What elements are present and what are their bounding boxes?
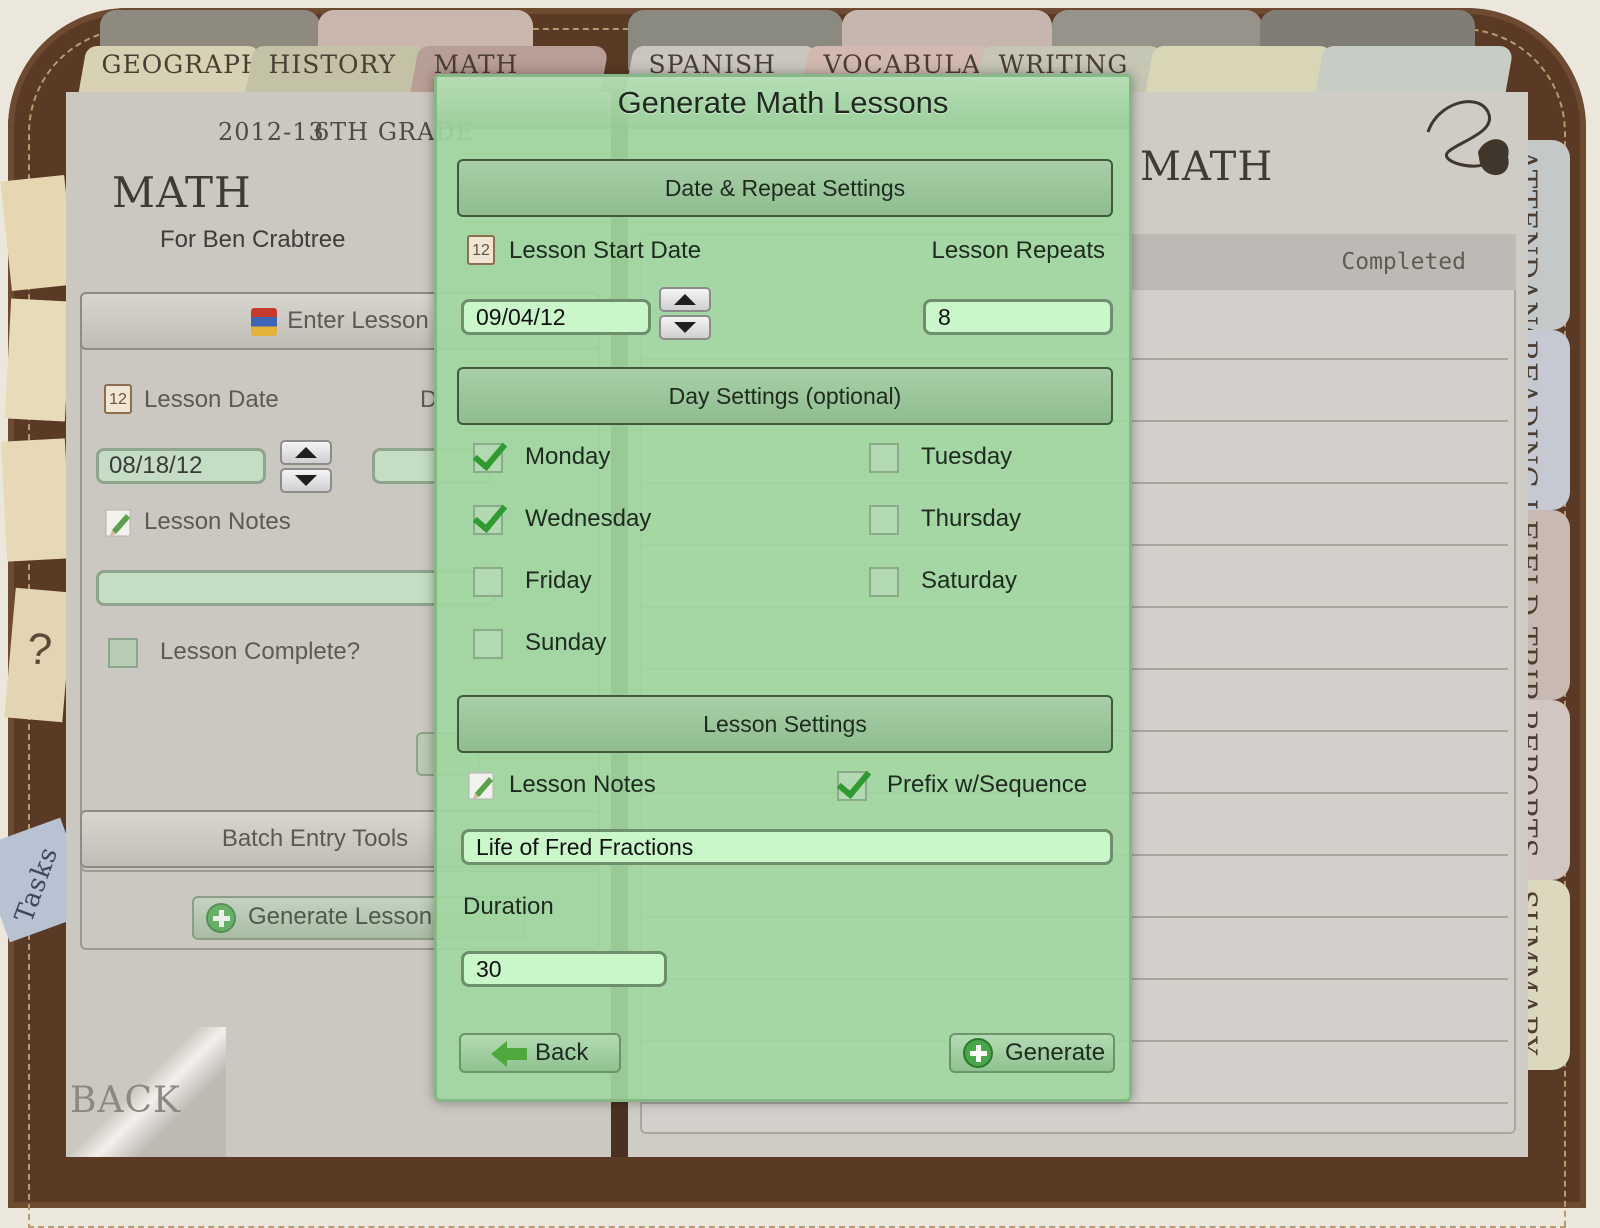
up-arrow-icon (295, 447, 317, 458)
date-up-button[interactable] (280, 440, 332, 465)
monday-checkbox[interactable] (473, 443, 503, 473)
school-year: 2012-13 (218, 118, 325, 146)
tab-empty-1 (1145, 46, 1334, 96)
butterfly-decoration-icon (1426, 100, 1509, 176)
start-date-field[interactable]: 09/04/12 (461, 299, 651, 335)
prefix-sequence-checkbox[interactable] (837, 771, 867, 801)
generate-button[interactable]: Generate (949, 1033, 1115, 1073)
lesson-date-calendar-icon: 12 (104, 384, 132, 414)
repeats-label: Lesson Repeats (931, 237, 1105, 264)
generate-lessons-dialog: Generate Math Lessons Date & Repeat Sett… (434, 74, 1132, 1102)
back-button-label: Back (535, 1039, 589, 1066)
lesson-notes-pencil-icon (105, 509, 131, 537)
subject-title: MATH (112, 168, 252, 217)
generate-lesson-label: Generate Lesson (248, 903, 433, 930)
duration-field[interactable]: 30 (461, 951, 667, 987)
plus-icon (963, 1038, 993, 1068)
lesson-settings-header: Lesson Settings (457, 695, 1113, 753)
completed-column-header[interactable]: Completed (1126, 234, 1516, 290)
start-date-stepper[interactable] (659, 287, 711, 341)
sunday-checkbox[interactable] (473, 629, 503, 659)
start-date-label: Lesson Start Date (509, 237, 702, 264)
tasks-label: Tasks (9, 842, 65, 927)
back-arrow-body (507, 1048, 527, 1060)
tab-empty-2 (1315, 46, 1514, 96)
up-arrow-icon (674, 294, 696, 305)
down-arrow-icon (674, 322, 696, 333)
right-page-title: MATH (1140, 144, 1274, 190)
help-sticky-note[interactable]: ? (4, 587, 74, 723)
date-down-button[interactable] (280, 468, 332, 493)
start-date-down-button[interactable] (659, 315, 711, 340)
prefix-sequence-label: Prefix w/Sequence (887, 771, 1088, 798)
plus-icon (206, 903, 236, 933)
lesson-complete-label: Lesson Complete? (160, 638, 361, 665)
back-page-button[interactable]: BACK (70, 1080, 181, 1121)
down-arrow-icon (295, 475, 317, 486)
saturday-label: Saturday (921, 567, 1018, 594)
lesson-date-label: Lesson Date (144, 386, 279, 413)
tab-history[interactable]: HISTORY (245, 46, 429, 96)
lesson-date-stepper[interactable] (280, 440, 332, 494)
list-row-divider (640, 1102, 1508, 1104)
student-name: For Ben Crabtree (160, 226, 346, 253)
pencil-sticky-note[interactable] (4, 298, 72, 422)
day-settings-header: Day Settings (optional) (457, 367, 1113, 425)
start-date-calendar-icon: 12 (467, 235, 495, 265)
tab-geography[interactable]: GEOGRAPHY (78, 46, 281, 96)
wednesday-checkbox[interactable] (473, 505, 503, 535)
monday-label: Monday (525, 443, 611, 470)
friday-checkbox[interactable] (473, 567, 503, 597)
sunday-label: Sunday (525, 629, 607, 656)
wednesday-label: Wednesday (525, 505, 652, 532)
back-arrow-icon (491, 1041, 507, 1067)
duration-label: Duration (463, 893, 554, 920)
saturday-checkbox[interactable] (869, 567, 899, 597)
start-date-up-button[interactable] (659, 287, 711, 312)
thursday-label: Thursday (921, 505, 1022, 532)
lesson-notes-label: Lesson Notes (144, 508, 291, 535)
tuesday-label: Tuesday (921, 443, 1013, 470)
lesson-complete-checkbox[interactable] (108, 638, 138, 668)
enter-lesson-title: Enter Lesson (287, 307, 429, 334)
calculator-sticky-note[interactable] (0, 174, 76, 292)
repeats-field[interactable]: 8 (923, 299, 1113, 335)
lesson-notes-field[interactable]: Life of Fred Fractions (461, 829, 1113, 865)
thursday-checkbox[interactable] (869, 505, 899, 535)
date-repeat-header: Date & Repeat Settings (457, 159, 1113, 217)
tuesday-checkbox[interactable] (869, 443, 899, 473)
friday-label: Friday (525, 567, 592, 594)
generate-button-label: Generate (1005, 1039, 1106, 1066)
back-button[interactable]: Back (459, 1033, 621, 1073)
lesson-date-field[interactable]: 08/18/12 (96, 448, 266, 484)
books-icon (251, 307, 278, 336)
lesson-notes-pencil-icon (468, 772, 494, 800)
notepad-sticky-note[interactable] (0, 438, 72, 562)
batch-title: Batch Entry Tools (221, 825, 409, 852)
dialog-title: Generate Math Lessons (437, 77, 1129, 129)
lesson-notes-label: Lesson Notes (509, 771, 656, 798)
